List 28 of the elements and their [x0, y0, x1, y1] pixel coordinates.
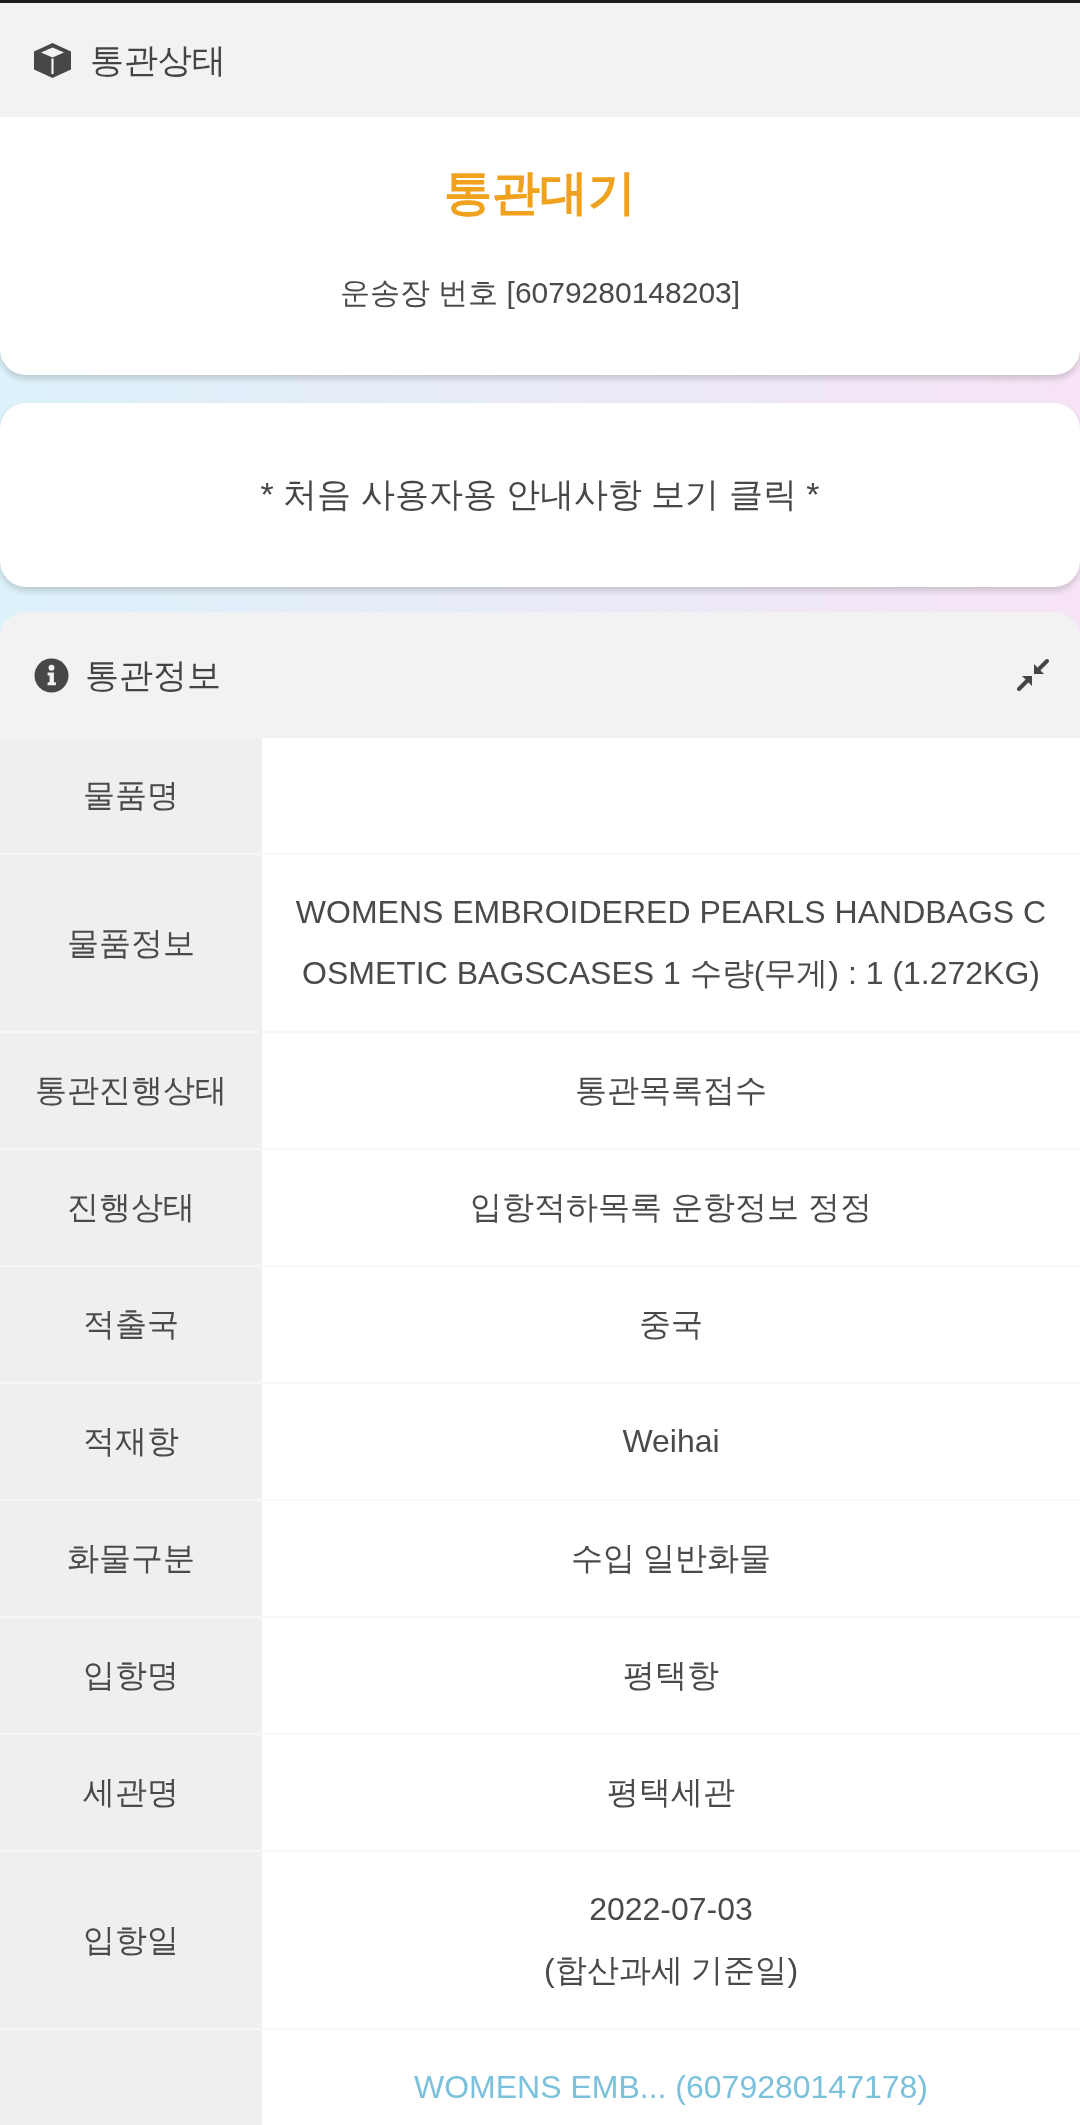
section-title: 통관정보	[85, 654, 221, 696]
field-value: 평택세관	[607, 1773, 735, 1812]
section-title: 통관상태	[90, 39, 226, 81]
guide-button[interactable]: * 처음 사용자용 안내사항 보기 클릭 *	[0, 403, 1080, 587]
field-value: WOMENS EMBROIDERED PEARLS HANDBAGS COSMETIC BAGSCASES 1 수량(무게) : 1 (1.272KG)	[294, 893, 1048, 993]
label-cell: 진행상태	[0, 1150, 262, 1265]
label-cell: 물품정보	[0, 855, 262, 1031]
field-value: 통관목록접수	[575, 1071, 767, 1110]
field-value: 입항적하목록 운항정보 정정	[470, 1188, 872, 1227]
status-text: 통관대기	[444, 165, 636, 221]
field-value: 중국	[639, 1305, 703, 1344]
field-note: (합산과세 기준일)	[543, 1951, 799, 1990]
field-value: 수입 일반화물	[570, 1539, 772, 1578]
label-cell: 통관진행상태	[0, 1033, 262, 1148]
cube-icon	[33, 41, 72, 79]
label-cell: 물품명	[0, 738, 262, 853]
label-cell: 입항일	[0, 1852, 262, 2028]
label-cell: 적재항	[0, 1384, 262, 1499]
field-value: Weihai	[622, 1422, 720, 1461]
info-icon	[34, 657, 69, 693]
label-cell: 화물구분	[0, 1501, 262, 1616]
label-cell: 세관명	[0, 1735, 262, 1850]
label-cell: 입항명	[0, 1618, 262, 1733]
field-value: 2022-07-03	[589, 1890, 753, 1929]
compress-icon[interactable]	[1016, 658, 1050, 692]
label-cell: 적출국	[0, 1267, 262, 1382]
tracking-number: 운송장 번호 [6079280148203]	[339, 275, 741, 311]
field-value: 평택항	[623, 1656, 719, 1695]
